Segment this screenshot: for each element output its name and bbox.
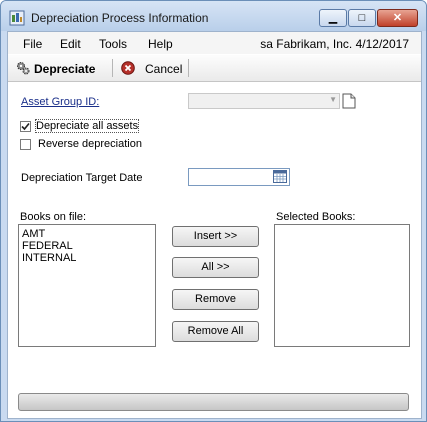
asset-group-id-link[interactable]: Asset Group ID: [21, 96, 99, 108]
list-item[interactable]: FEDERAL [22, 240, 73, 252]
menu-help[interactable]: Help [148, 37, 173, 51]
user-date: 4/12/2017 [355, 37, 409, 51]
depreciate-button[interactable]: Depreciate [34, 62, 95, 76]
list-item[interactable]: AMT [22, 228, 45, 240]
progress-bar [18, 393, 409, 411]
window-app-icon [9, 10, 25, 26]
close-button[interactable]: ✕ [377, 9, 418, 27]
depreciate-all-label: Depreciate all assets [34, 119, 140, 133]
insert-all-button-label: All >> [201, 261, 230, 273]
checkmark-icon [21, 122, 30, 131]
calendar-icon[interactable] [273, 170, 287, 183]
reverse-depreciation-checkbox[interactable] [20, 139, 31, 150]
asset-group-id-field[interactable]: ▼ [188, 93, 340, 109]
menu-bar: File Edit Tools Help sa Fabrikam, Inc. 4… [8, 32, 421, 54]
chevron-down-icon: ▼ [329, 95, 337, 104]
window-title: Depreciation Process Information [31, 11, 209, 25]
reverse-depreciation-label: Reverse depreciation [38, 138, 142, 150]
remove-button-label: Remove [195, 293, 236, 305]
selected-books-label: Selected Books: [276, 211, 356, 223]
window: Depreciation Process Information ▁ □ ✕ F… [0, 0, 427, 422]
books-on-file-label: Books on file: [20, 211, 87, 223]
toolbar-separator [112, 59, 113, 77]
menu-edit[interactable]: Edit [60, 37, 81, 51]
maximize-icon: □ [358, 12, 366, 24]
depreciate-all-checkbox[interactable] [20, 121, 31, 132]
toolbar: Depreciate Cancel [8, 55, 421, 82]
close-icon: ✕ [392, 12, 403, 24]
document-icon[interactable] [342, 93, 356, 109]
target-date-label: Depreciation Target Date [21, 172, 143, 184]
user-company-date: sa Fabrikam, Inc. 4/12/2017 [260, 37, 409, 51]
insert-button[interactable]: Insert >> [172, 226, 259, 247]
menu-file[interactable]: File [23, 37, 42, 51]
list-item[interactable]: INTERNAL [22, 252, 76, 264]
cancel-button[interactable]: Cancel [145, 62, 182, 76]
title-bar[interactable]: Depreciation Process Information ▁ □ ✕ [1, 1, 426, 31]
form-content: Asset Group ID: ▼ Depreciate all assets … [8, 82, 421, 418]
cancel-x-icon [121, 61, 135, 75]
remove-all-button-label: Remove All [187, 325, 244, 337]
gears-icon [17, 62, 30, 75]
window-client: File Edit Tools Help sa Fabrikam, Inc. 4… [7, 31, 422, 419]
maximize-button[interactable]: □ [348, 9, 376, 27]
insert-button-label: Insert >> [193, 230, 238, 242]
minimize-icon: ▁ [328, 12, 338, 24]
menu-tools[interactable]: Tools [99, 37, 127, 51]
remove-button[interactable]: Remove [172, 289, 259, 310]
company-name: Fabrikam, Inc. [276, 37, 353, 51]
remove-all-button[interactable]: Remove All [172, 321, 259, 342]
selected-books-list[interactable] [274, 224, 410, 347]
books-on-file-list[interactable]: AMT FEDERAL INTERNAL [18, 224, 156, 347]
toolbar-separator [188, 59, 189, 77]
insert-all-button[interactable]: All >> [172, 257, 259, 278]
minimize-button[interactable]: ▁ [319, 9, 347, 27]
user-name: sa [260, 37, 273, 51]
